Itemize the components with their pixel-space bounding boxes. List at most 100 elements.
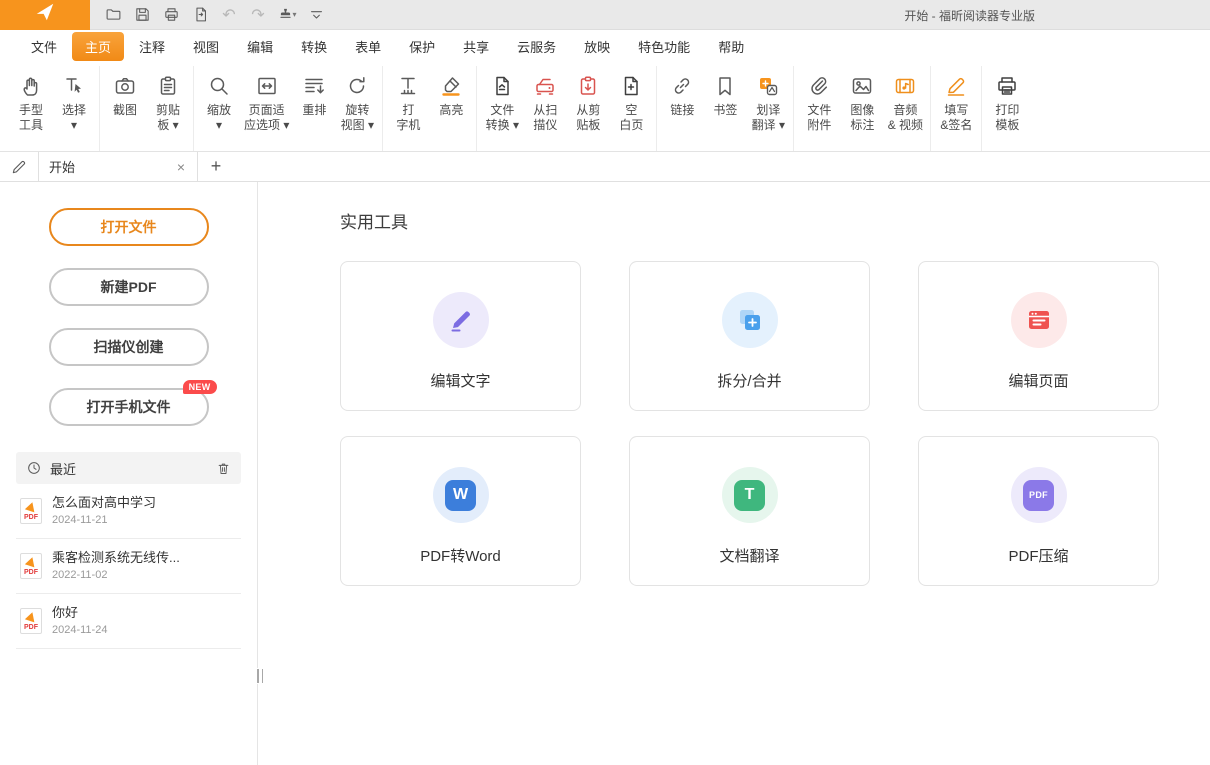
menu-tab-share[interactable]: 共享 — [450, 32, 502, 61]
ribbon-zoom[interactable]: 缩放 ▾ — [198, 68, 240, 136]
menu-tab-edit[interactable]: 编辑 — [234, 32, 286, 61]
recent-file-name: 乘客检测系统无线传... — [52, 550, 180, 566]
ribbon-snapshot[interactable]: 截图 — [104, 68, 146, 136]
ribbon-from-clipboard[interactable]: 从剪 贴板 — [567, 68, 609, 136]
recent-file-date: 2022-11-02 — [52, 569, 180, 582]
menu-tab-home[interactable]: 主页 — [72, 32, 124, 61]
recent-file-date: 2024-11-21 — [52, 514, 156, 527]
recent-file-list: PDF 怎么面对高中学习 2024-11-21 PDF 乘客检测系统无线传...… — [16, 484, 241, 649]
ribbon-image-annotation[interactable]: 图像 标注 — [841, 68, 883, 136]
ribbon-file-attachment[interactable]: 文件 附件 — [798, 68, 840, 136]
ribbon-label: 翻译 ▾ — [752, 118, 785, 133]
sidebar-resize-handle[interactable] — [254, 668, 266, 684]
tool-card-edit-pages[interactable]: 编辑页面 — [918, 261, 1159, 411]
foxit-kite-icon — [25, 611, 37, 623]
hand-tool-icon — [19, 71, 43, 101]
new-tab-button[interactable]: + — [198, 152, 234, 181]
ribbon-link[interactable]: 链接 — [661, 68, 703, 136]
ribbon-page-fit-options[interactable]: 页面适 应选项 ▾ — [241, 68, 292, 136]
ribbon-hand-tool[interactable]: 手型 工具 — [10, 68, 52, 136]
scanner-create-button[interactable]: 扫描仪创建 — [49, 328, 209, 366]
dropdown-arrow-icon: ▾ — [292, 10, 296, 19]
open-file-button[interactable]: 打开文件 — [49, 208, 209, 246]
menu-tab-convert[interactable]: 转换 — [288, 32, 340, 61]
ribbon-select[interactable]: 选择 ▾ — [53, 68, 95, 136]
stamp-button[interactable]: ▾ — [274, 3, 300, 27]
edit-text-icon — [447, 306, 475, 334]
new-pdf-label: 新建PDF — [101, 277, 157, 297]
ribbon-group-view: 缩放 ▾ 页面适 应选项 ▾ 重排 旋转 视图 ▾ — [194, 66, 383, 151]
new-pdf-button[interactable]: 新建PDF — [49, 268, 209, 306]
open-folder-button[interactable] — [100, 3, 126, 27]
fill-sign-icon — [944, 71, 968, 101]
ribbon-label: 应选项 ▾ — [244, 118, 289, 133]
ribbon-typewriter[interactable]: 打 字机 — [387, 68, 429, 136]
menu-tab-features[interactable]: 特色功能 — [625, 32, 703, 61]
ribbon-label: 视图 ▾ — [341, 118, 374, 133]
export-icon — [192, 6, 209, 23]
menu-tab-help[interactable]: 帮助 — [705, 32, 757, 61]
recent-file-item[interactable]: PDF 你好 2024-11-24 — [16, 594, 241, 649]
export-button[interactable] — [187, 3, 213, 27]
from-scanner-icon — [533, 71, 557, 101]
foxit-kite-icon — [25, 556, 37, 568]
menu-tab-present[interactable]: 放映 — [571, 32, 623, 61]
pdf-to-word-icon: W — [445, 480, 476, 511]
save-button[interactable] — [129, 3, 155, 27]
ribbon-clipboard[interactable]: 剪贴 板 ▾ — [147, 68, 189, 136]
ribbon-bookmark[interactable]: 书签 — [704, 68, 746, 136]
menu-tab-form[interactable]: 表单 — [342, 32, 394, 61]
recent-file-item[interactable]: PDF 怎么面对高中学习 2024-11-21 — [16, 484, 241, 539]
tool-card-doc-translate[interactable]: T 文档翻译 — [629, 436, 870, 586]
ribbon-label: 重排 — [302, 103, 326, 118]
ribbon-reflow[interactable]: 重排 — [293, 68, 335, 136]
open-mobile-file-button[interactable]: 打开手机文件 NEW — [49, 388, 209, 426]
ribbon-blank-page[interactable]: 空 白页 — [610, 68, 652, 136]
close-tab-icon[interactable]: × — [175, 160, 187, 174]
body: 打开文件 新建PDF 扫描仪创建 打开手机文件 NEW 最近 — [0, 182, 1210, 765]
tool-card-label: 编辑页面 — [1008, 370, 1068, 391]
tool-card-edit-text[interactable]: 编辑文字 — [340, 261, 581, 411]
ribbon-label: 字机 — [396, 118, 420, 133]
reflow-icon — [302, 71, 326, 101]
ribbon-audio-video[interactable]: 音频 & 视频 — [884, 68, 926, 136]
ribbon-label: 填写 — [944, 103, 968, 118]
menu-tab-protect[interactable]: 保护 — [396, 32, 448, 61]
clear-recent-button[interactable] — [216, 461, 231, 476]
ribbon-print-template[interactable]: 打印 模板 — [986, 68, 1028, 136]
print-button[interactable] — [158, 3, 184, 27]
recent-file-item[interactable]: PDF 乘客检测系统无线传... 2022-11-02 — [16, 539, 241, 594]
tool-card-pdf-to-word[interactable]: W PDF转Word — [340, 436, 581, 586]
customize-toolbar-button[interactable] — [303, 3, 329, 27]
ribbon-label: 链接 — [670, 103, 694, 118]
redo-button[interactable]: ↷ — [245, 3, 271, 27]
menu-tab-cloud[interactable]: 云服务 — [504, 32, 569, 61]
menu-tab-comment[interactable]: 注释 — [126, 32, 178, 61]
recent-title: 最近 — [50, 459, 208, 478]
ribbon-highlight[interactable]: 高亮 — [430, 68, 472, 136]
ribbon-from-scanner[interactable]: 从扫 描仪 — [524, 68, 566, 136]
image-annotation-icon — [850, 71, 874, 101]
ribbon-translate[interactable]: 划译 翻译 ▾ — [747, 68, 789, 136]
main-content: 实用工具 编辑文字 拆分/合并 — [258, 182, 1210, 765]
menu-tab-view[interactable]: 视图 — [180, 32, 232, 61]
ribbon-label: 缩放 — [207, 103, 231, 118]
undo-button[interactable]: ↶ — [216, 3, 242, 27]
tool-card-pdf-compress[interactable]: PDF PDF压缩 — [918, 436, 1159, 586]
foxit-logo-button[interactable] — [0, 0, 90, 30]
from-clipboard-icon — [576, 71, 600, 101]
ribbon-rotate-view[interactable]: 旋转 视图 ▾ — [336, 68, 378, 136]
undo-icon: ↶ — [222, 7, 235, 23]
blank-page-icon — [619, 71, 643, 101]
menu-tab-file[interactable]: 文件 — [18, 32, 70, 61]
ribbon-label: 模板 — [995, 118, 1019, 133]
ribbon-convert-file[interactable]: 文件 转换 ▾ — [481, 68, 523, 136]
ribbon-fill-sign[interactable]: 填写 &签名 — [935, 68, 977, 136]
ribbon-label: 白页 — [619, 118, 643, 133]
window-title: 开始 - 福昕阅读器专业版 — [904, 0, 1035, 30]
redo-icon: ↷ — [251, 7, 264, 23]
quick-edit-button[interactable] — [0, 152, 38, 181]
tool-card-split-merge[interactable]: 拆分/合并 — [629, 261, 870, 411]
tab-start[interactable]: 开始 × — [38, 152, 198, 181]
ribbon-group-print: 打印 模板 — [982, 66, 1032, 151]
